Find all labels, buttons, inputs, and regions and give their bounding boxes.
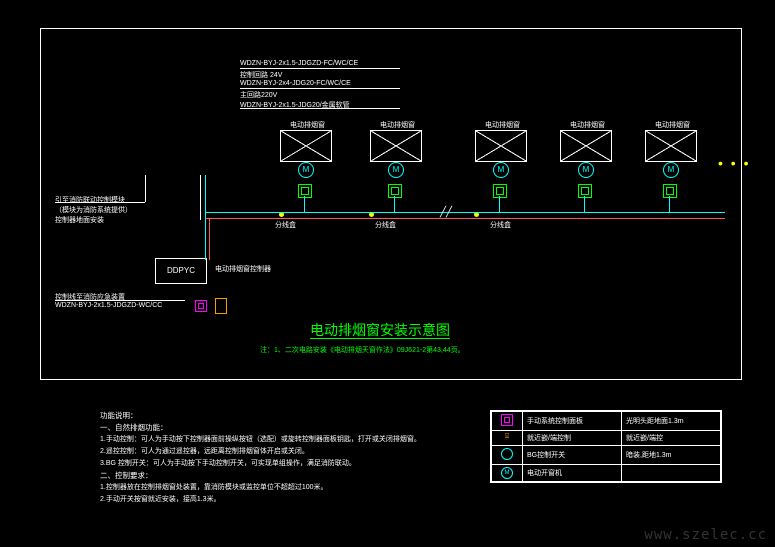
fire-module-note-2: （模块为消防系统提供） <box>55 205 132 215</box>
window-symbol <box>645 130 697 162</box>
fire-module-note-1: 引至消防联动控制模块 <box>55 195 125 205</box>
motor-icon: M <box>388 162 404 178</box>
fire-module-note-3: 控制器地面安装 <box>55 215 104 225</box>
window-label: 电动排烟窗 <box>655 120 690 130</box>
cable-spec-4: WDZN-BYJ-2x1.5-JDGZD-WC/CC <box>55 302 162 309</box>
motor-icon: M <box>298 162 314 178</box>
window-label: 电动排烟窗 <box>485 120 520 130</box>
legend-row: M 电动开窗机 <box>492 465 721 482</box>
cable-spec-1: WDZN-BYJ-2x1.5-JDGZD-FC/WC/CE <box>240 60 358 67</box>
bus-line-red <box>205 218 725 219</box>
notes-s1-3: 3.BG 控制开关：可人为手动按下手动控制开关，可实现单组操作，满足消防联动。 <box>100 458 356 468</box>
window-symbol <box>475 130 527 162</box>
legend-row: 手动系统控制面板 光明头距地面1.3m <box>492 412 721 431</box>
window-label: 电动排烟窗 <box>570 120 605 130</box>
switch-symbol-icon: ⍓ <box>502 433 512 443</box>
legend-row: BG控制开关 暗装,距地1.3m <box>492 446 721 465</box>
cable-spec-2: WDZN-BYJ-2x4-JDG20-FC/WC/CE <box>240 80 351 87</box>
junction-label: 分线盒 <box>275 220 296 230</box>
window-label: 电动排烟窗 <box>380 120 415 130</box>
watermark: www.szelec.cc <box>644 527 767 543</box>
bus-line-cyan <box>205 212 725 213</box>
motor-icon: M <box>578 162 594 178</box>
cable-note-1: 控制回路 24V <box>240 70 282 80</box>
junction-label: 分线盒 <box>375 220 396 230</box>
motor-icon: M <box>493 162 509 178</box>
window-symbol <box>560 130 612 162</box>
notes-s1-2: 2.遥控控制：可人为通过遥控器，远距离控制排烟窗体开启或关闭。 <box>100 446 309 456</box>
motor-icon: M <box>663 162 679 178</box>
panel-symbol-icon <box>195 300 207 312</box>
notes-s1-1: 1.手动控制：可人为手动按下控制器面前操纵按钮（选配）或旋转控制器面板钥匙，打开… <box>100 434 421 444</box>
legend-row: ⍓ 就近嵌/端控制 就近嵌/端控 <box>492 431 721 446</box>
junction-box-icon <box>578 184 592 198</box>
notes-s2: 二、控制要求： <box>100 470 153 481</box>
window-label: 电动排烟窗 <box>290 120 325 130</box>
window-symbol <box>280 130 332 162</box>
notes-s2-1: 1.控制器放在控制排烟窗处装置，靠消防模块或监控单位不超超过100米。 <box>100 482 328 492</box>
junction-box-icon <box>663 184 677 198</box>
diagram-title: 电动排烟窗安装示意图 <box>310 320 450 340</box>
motor-legend-icon: M <box>501 467 513 479</box>
junction-label: 分线盒 <box>490 220 511 230</box>
notes-s2-2: 2.手动开关按窗就近安装，接高1.3米。 <box>100 494 221 504</box>
controller-box: DDPYC <box>155 258 207 284</box>
junction-box-icon <box>388 184 402 198</box>
bg-switch-icon <box>501 448 513 460</box>
continuation-dots: • • • <box>718 155 750 171</box>
cable-note-2: 主回路220V <box>240 90 277 100</box>
notes-heading: 功能说明： <box>100 410 138 421</box>
title-note: 注：1、二次电路安装《电动排烟天窗作法》09J621-2第43,44页。 <box>260 345 465 355</box>
panel-symbol-icon <box>501 414 513 426</box>
controller-label: 电动排烟窗控制器 <box>215 264 271 274</box>
switch-symbol-icon <box>215 298 227 314</box>
window-symbol <box>370 130 422 162</box>
junction-box-icon <box>298 184 312 198</box>
junction-box-icon <box>493 184 507 198</box>
legend-table: 手动系统控制面板 光明头距地面1.3m ⍓ 就近嵌/端控制 就近嵌/端控 BG控… <box>490 410 722 483</box>
notes-s1: 一、自然排烟功能： <box>100 422 168 433</box>
